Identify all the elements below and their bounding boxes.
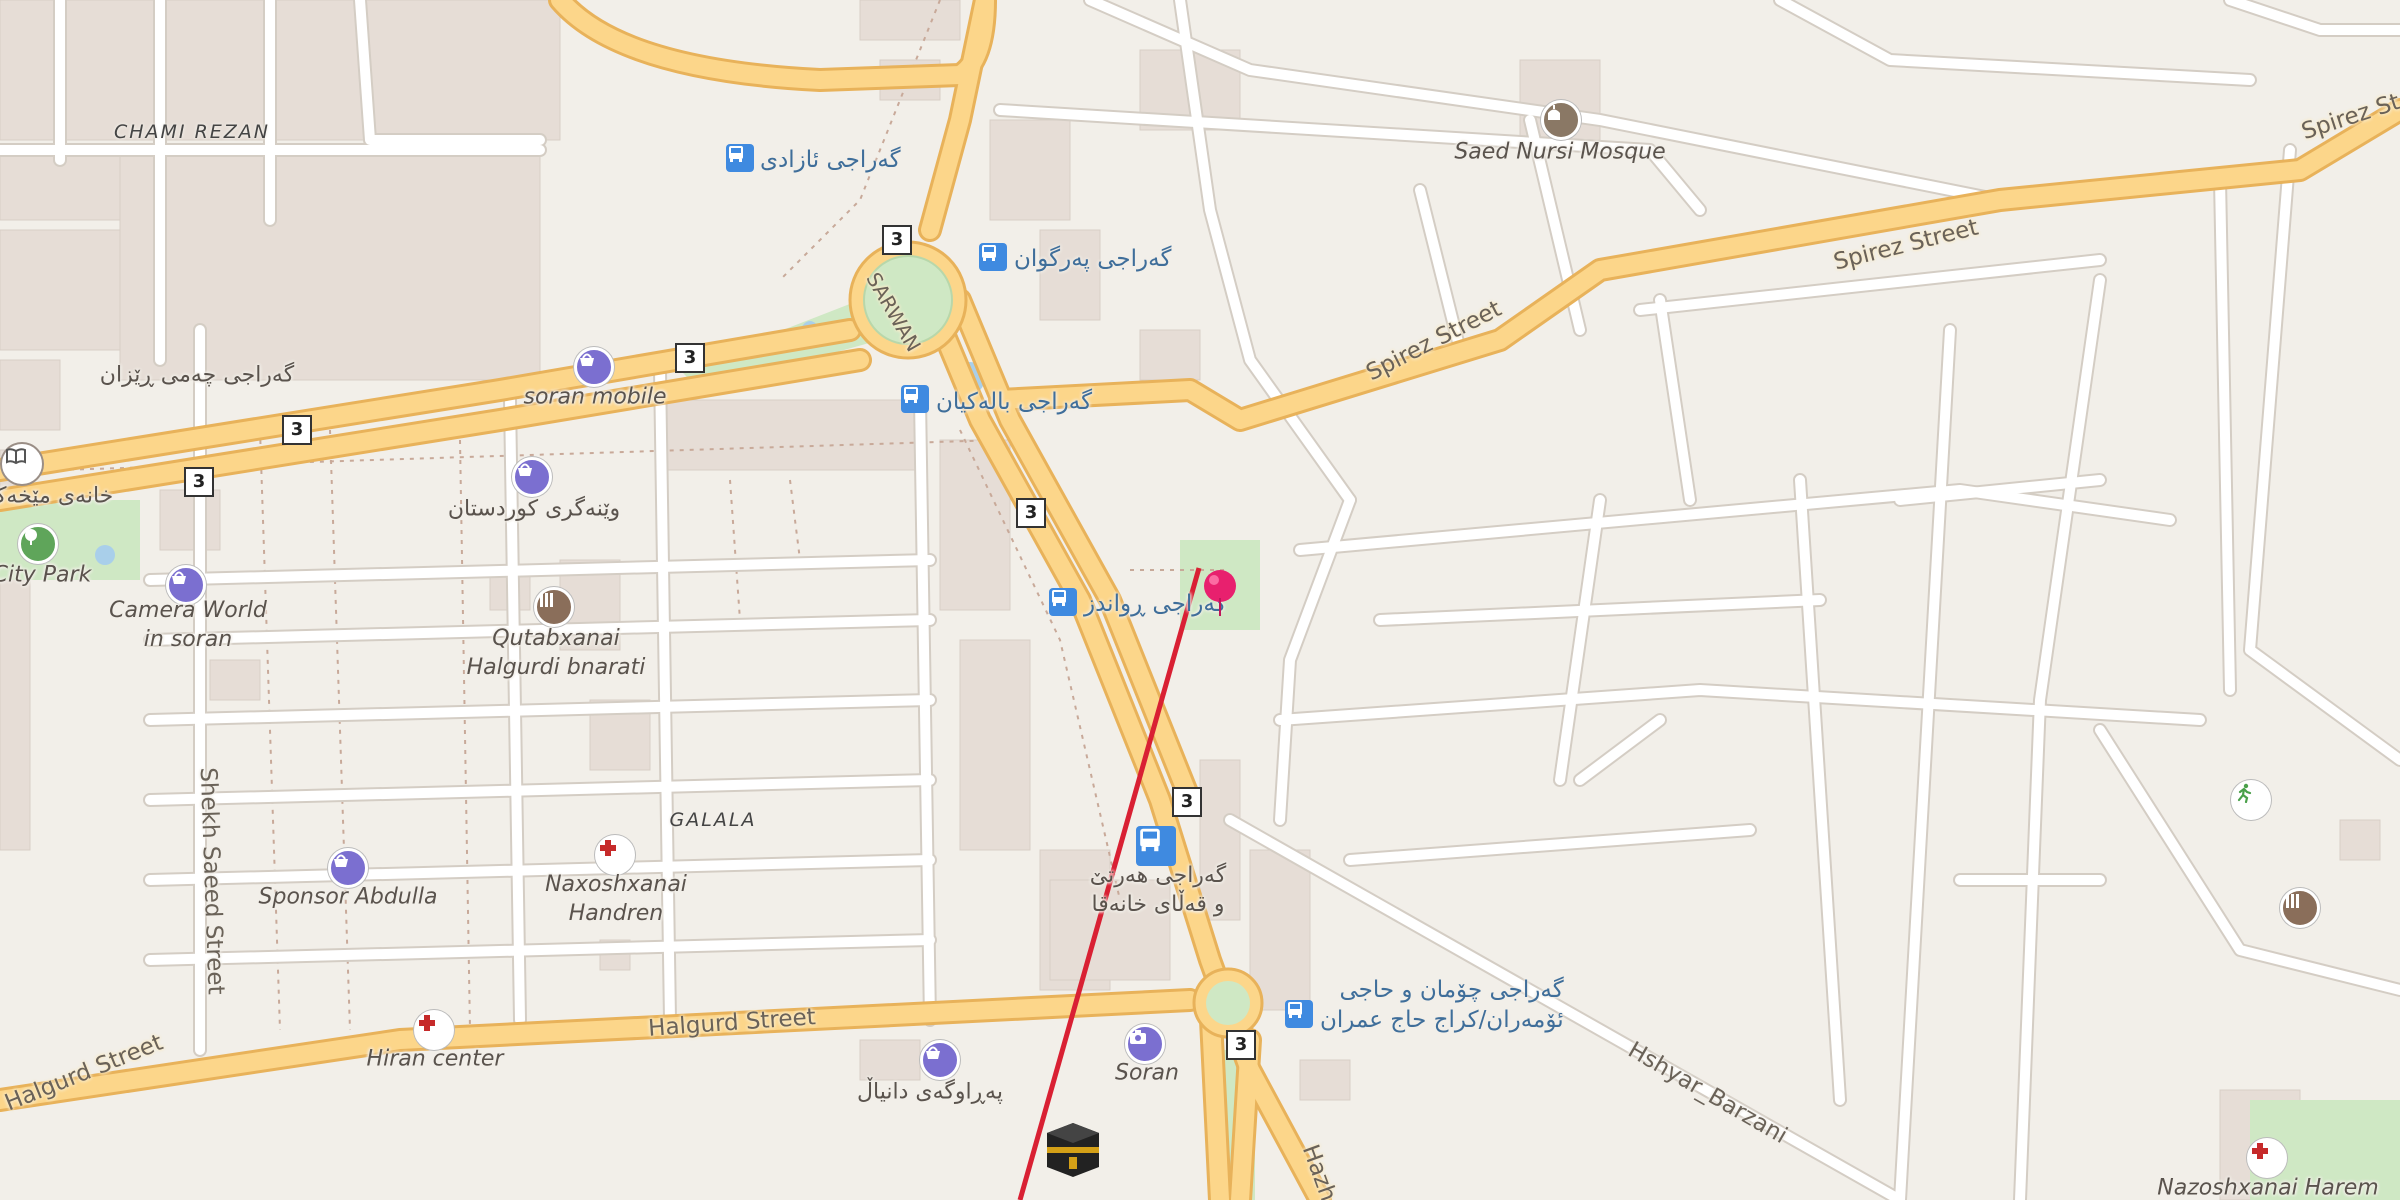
bus-stop-label-haji-omaran[interactable]: گەراجی چۆمان و حاجی ئۆمەران/كراج حاج عمر…	[1320, 975, 1564, 1035]
bus-stop-label-harzgwan[interactable]: گەراجی پەرگوان	[1014, 244, 1171, 274]
area-label-galala: GALALA	[669, 809, 757, 831]
bus-stop-label-line1: گەراجی هەرتێ	[1089, 863, 1227, 888]
route-shield: 3	[1172, 787, 1202, 817]
poi-label-city-park[interactable]: City Park	[0, 561, 91, 590]
bus-stop-icon[interactable]	[1049, 588, 1077, 616]
poi-label-parawgay-danyal[interactable]: پەڕاوگەی دانیاڵ	[857, 1078, 1003, 1107]
route-shield: 3	[1016, 498, 1046, 528]
bus-stop-icon[interactable]	[1285, 1000, 1313, 1028]
library-icon[interactable]	[2280, 888, 2320, 928]
bus-stop-label-azadi[interactable]: گەراجی ئازادی	[760, 145, 901, 175]
shopping-basket-icon[interactable]	[512, 457, 552, 497]
poi-label-line2: Handren	[568, 901, 664, 926]
mosque-icon[interactable]	[1541, 100, 1581, 140]
poi-label-line1: Camera World	[109, 598, 267, 623]
route-shield: 3	[184, 467, 214, 497]
poi-label-line1: Qutabxanai	[492, 626, 620, 651]
poi-label-line1: Naxoshxanai	[545, 872, 687, 897]
poi-label-naxoshxanai-handren[interactable]: Naxoshxanai Handren	[545, 870, 687, 928]
bus-stop-icon[interactable]	[1136, 826, 1176, 866]
bus-stop-icon[interactable]	[979, 243, 1007, 271]
poi-label-sponsor-abdulla[interactable]: Sponsor Abdulla	[259, 883, 438, 912]
book-icon[interactable]	[2, 444, 42, 484]
poi-label-line2: Halgurdi bnarati	[466, 655, 646, 680]
route-shield: 3	[282, 415, 312, 445]
route-shield: 3	[882, 225, 912, 255]
route-shield: 3	[675, 343, 705, 373]
bus-stop-label-balakian[interactable]: گەراجی بالەکیان	[936, 387, 1092, 417]
hospital-cross-icon[interactable]	[595, 835, 635, 875]
poi-label-hiran-center[interactable]: Hiran center	[367, 1045, 504, 1074]
poi-label-kurdistan-shop[interactable]: وێنەگری کوردستان	[448, 495, 620, 524]
bus-stop-label-harir[interactable]: گەراجی هەرتێ و قەڵای خانەقا	[1090, 861, 1226, 919]
poi-label-library[interactable]: خانەی مێخەک	[0, 482, 113, 511]
bus-stop-label-line1: گەراجی چۆمان و حاجی	[1339, 977, 1564, 1003]
bus-stop-icon[interactable]	[901, 385, 929, 413]
library-icon[interactable]	[534, 587, 574, 627]
poi-label-line2: in soran	[143, 627, 233, 652]
route-shield: 3	[1226, 1030, 1256, 1060]
shopping-basket-icon[interactable]	[574, 347, 614, 387]
poi-label-qutabxanai[interactable]: Qutabxanai Halgurdi bnarati	[467, 624, 646, 682]
poi-label-soran-mobile[interactable]: soran mobile	[524, 383, 667, 412]
tree-icon[interactable]	[18, 524, 58, 564]
poi-label-nazoshxanai-harem[interactable]: Nazoshxanai Harem	[2157, 1174, 2378, 1200]
running-person-icon[interactable]	[2231, 780, 2271, 820]
poi-label-camera-world[interactable]: Camera World in soran	[109, 596, 267, 654]
poi-label-chami-rezan-garage[interactable]: گەراجی چەمی ڕێزان	[100, 361, 294, 390]
area-label-chami-rezan: CHAMI REZAN	[113, 121, 271, 143]
bus-stop-label-line2: ئۆمەران/كراج حاج عمران	[1320, 1007, 1564, 1033]
hospital-cross-icon[interactable]	[2247, 1138, 2287, 1178]
map-canvas[interactable]: CHAMI REZAN GALALA Spirez Street Spirez …	[0, 0, 2400, 1200]
bus-stop-icon[interactable]	[726, 144, 754, 172]
poi-label-soran-photo[interactable]: Soran	[1115, 1059, 1179, 1088]
bus-stop-label-line2: و قەڵای خانەقا	[1091, 892, 1225, 917]
shopping-basket-icon[interactable]	[920, 1040, 960, 1080]
poi-label-saed-nursi-mosque[interactable]: Saed Nursi Mosque	[1454, 138, 1665, 167]
